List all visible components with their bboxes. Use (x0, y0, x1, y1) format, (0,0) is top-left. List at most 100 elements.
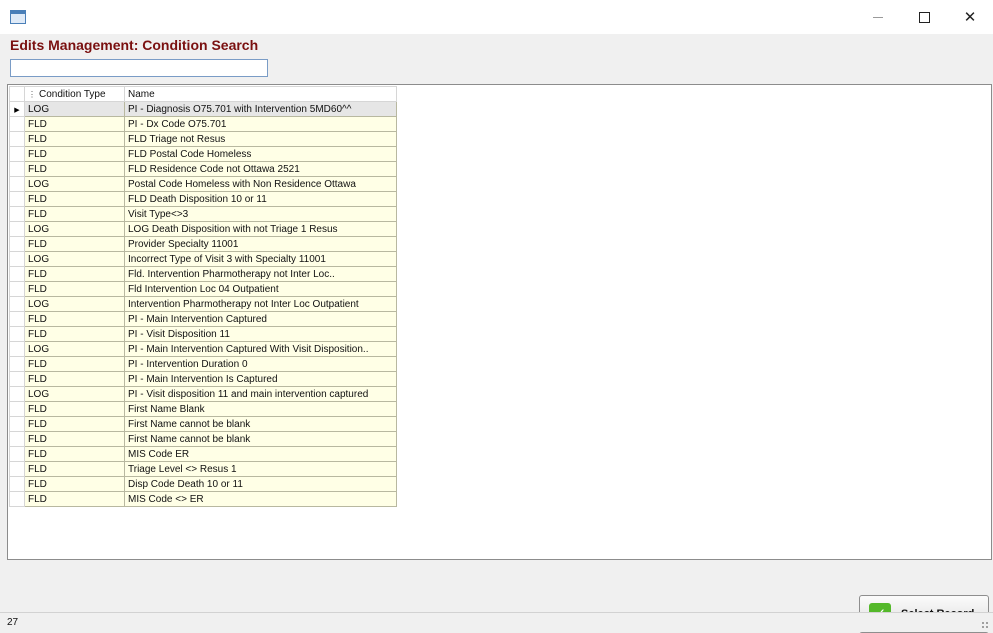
row-header[interactable] (9, 296, 25, 312)
cell-name[interactable]: First Name cannot be blank (124, 431, 397, 447)
cell-condition-type[interactable]: FLD (24, 116, 125, 132)
table-row[interactable]: FLD PI - Dx Code O75.701 (9, 116, 397, 132)
cell-condition-type[interactable]: FLD (24, 311, 125, 327)
row-header[interactable]: ▶ (9, 101, 25, 117)
cell-name[interactable]: PI - Visit disposition 11 and main inter… (124, 386, 397, 402)
cell-condition-type[interactable]: FLD (24, 326, 125, 342)
cell-name[interactable]: Postal Code Homeless with Non Residence … (124, 176, 397, 192)
table-row[interactable]: FLD Fld. Intervention Pharmotherapy not I… (9, 266, 397, 282)
cell-condition-type[interactable]: FLD (24, 266, 125, 282)
cell-name[interactable]: Incorrect Type of Visit 3 with Specialty… (124, 251, 397, 267)
row-header[interactable] (9, 341, 25, 357)
cell-name[interactable]: Fld. Intervention Pharmotherapy not Inte… (124, 266, 397, 282)
table-row[interactable]: FLD Visit Type<>3 (9, 206, 397, 222)
row-header[interactable] (9, 221, 25, 237)
row-header[interactable] (9, 401, 25, 417)
table-row[interactable]: LOG Intervention Pharmotherapy not Inter … (9, 296, 397, 312)
cell-condition-type[interactable]: FLD (24, 416, 125, 432)
table-row[interactable]: LOG PI - Visit disposition 11 and main in… (9, 386, 397, 402)
cell-name[interactable]: PI - Dx Code O75.701 (124, 116, 397, 132)
cell-name[interactable]: Triage Level <> Resus 1 (124, 461, 397, 477)
table-row[interactable]: FLD Fld Intervention Loc 04 Outpatient (9, 281, 397, 297)
cell-name[interactable]: Intervention Pharmotherapy not Inter Loc… (124, 296, 397, 312)
maximize-button[interactable] (901, 0, 947, 34)
row-header[interactable] (9, 416, 25, 432)
row-header[interactable] (9, 326, 25, 342)
table-row[interactable]: LOG Postal Code Homeless with Non Residen… (9, 176, 397, 192)
cell-name[interactable]: PI - Main Intervention Is Captured (124, 371, 397, 387)
table-row[interactable]: FLD Provider Specialty 11001 (9, 236, 397, 252)
cell-condition-type[interactable]: FLD (24, 446, 125, 462)
table-row[interactable]: FLD First Name Blank (9, 401, 397, 417)
row-header[interactable] (9, 131, 25, 147)
cell-condition-type[interactable]: FLD (24, 476, 125, 492)
cell-condition-type[interactable]: LOG (24, 296, 125, 312)
table-row[interactable]: FLD Disp Code Death 10 or 11 (9, 476, 397, 492)
cell-name[interactable]: MIS Code <> ER (124, 491, 397, 507)
row-header[interactable] (9, 236, 25, 252)
close-button[interactable]: ✕ (947, 0, 993, 34)
table-row[interactable]: FLD First Name cannot be blank (9, 416, 397, 432)
cell-name[interactable]: Visit Type<>3 (124, 206, 397, 222)
cell-condition-type[interactable]: FLD (24, 371, 125, 387)
row-header[interactable] (9, 251, 25, 267)
row-header[interactable] (9, 311, 25, 327)
cell-name[interactable]: PI - Main Intervention Captured (124, 311, 397, 327)
cell-name[interactable]: FLD Death Disposition 10 or 11 (124, 191, 397, 207)
cell-condition-type[interactable]: FLD (24, 131, 125, 147)
cell-condition-type[interactable]: FLD (24, 191, 125, 207)
cell-name[interactable]: MIS Code ER (124, 446, 397, 462)
cell-condition-type[interactable]: FLD (24, 491, 125, 507)
table-row[interactable]: FLD PI - Intervention Duration 0 (9, 356, 397, 372)
resize-grip-icon[interactable] (981, 621, 989, 629)
cell-condition-type[interactable]: LOG (24, 221, 125, 237)
row-header[interactable] (9, 446, 25, 462)
table-row[interactable]: FLD PI - Main Intervention Captured (9, 311, 397, 327)
cell-condition-type[interactable]: LOG (24, 386, 125, 402)
cell-condition-type[interactable]: FLD (24, 206, 125, 222)
cell-condition-type[interactable]: FLD (24, 356, 125, 372)
table-row[interactable]: FLD FLD Postal Code Homeless (9, 146, 397, 162)
cell-condition-type[interactable]: FLD (24, 401, 125, 417)
table-row[interactable]: FLD FLD Residence Code not Ottawa 2521 (9, 161, 397, 177)
cell-name[interactable]: Disp Code Death 10 or 11 (124, 476, 397, 492)
row-header[interactable] (9, 266, 25, 282)
row-header[interactable] (9, 461, 25, 477)
table-row[interactable]: FLD MIS Code ER (9, 446, 397, 462)
cell-name[interactable]: FLD Residence Code not Ottawa 2521 (124, 161, 397, 177)
table-row[interactable]: FLD PI - Main Intervention Is Captured (9, 371, 397, 387)
table-row[interactable]: FLD FLD Triage not Resus (9, 131, 397, 147)
cell-condition-type[interactable]: LOG (24, 341, 125, 357)
cell-condition-type[interactable]: FLD (24, 161, 125, 177)
cell-condition-type[interactable]: LOG (24, 101, 125, 117)
row-header[interactable] (9, 356, 25, 372)
cell-name[interactable]: FLD Postal Code Homeless (124, 146, 397, 162)
table-row[interactable]: LOG Incorrect Type of Visit 3 with Specia… (9, 251, 397, 267)
minimize-button[interactable] (855, 0, 901, 34)
row-header[interactable] (9, 431, 25, 447)
cell-name[interactable]: PI - Diagnosis O75.701 with Intervention… (124, 101, 397, 117)
row-header[interactable] (9, 371, 25, 387)
search-input[interactable] (10, 59, 268, 77)
cell-name[interactable]: FLD Triage not Resus (124, 131, 397, 147)
table-row[interactable]: FLD First Name cannot be blank (9, 431, 397, 447)
table-row[interactable]: FLD FLD Death Disposition 10 or 11 (9, 191, 397, 207)
cell-name[interactable]: PI - Visit Disposition 11 (124, 326, 397, 342)
table-row[interactable]: LOG LOG Death Disposition with not Triage… (9, 221, 397, 237)
row-header[interactable] (9, 176, 25, 192)
cell-name[interactable]: Provider Specialty 11001 (124, 236, 397, 252)
cell-name[interactable]: PI - Main Intervention Captured With Vis… (124, 341, 397, 357)
cell-name[interactable]: LOG Death Disposition with not Triage 1 … (124, 221, 397, 237)
cell-condition-type[interactable]: LOG (24, 251, 125, 267)
table-row[interactable]: LOG PI - Main Intervention Captured With … (9, 341, 397, 357)
row-header[interactable] (9, 386, 25, 402)
cell-condition-type[interactable]: FLD (24, 146, 125, 162)
row-header[interactable] (9, 476, 25, 492)
row-header[interactable] (9, 116, 25, 132)
cell-condition-type[interactable]: FLD (24, 431, 125, 447)
cell-condition-type[interactable]: LOG (24, 176, 125, 192)
column-header-name[interactable]: Name (124, 86, 397, 102)
cell-condition-type[interactable]: FLD (24, 461, 125, 477)
cell-name[interactable]: PI - Intervention Duration 0 (124, 356, 397, 372)
cell-name[interactable]: First Name cannot be blank (124, 416, 397, 432)
